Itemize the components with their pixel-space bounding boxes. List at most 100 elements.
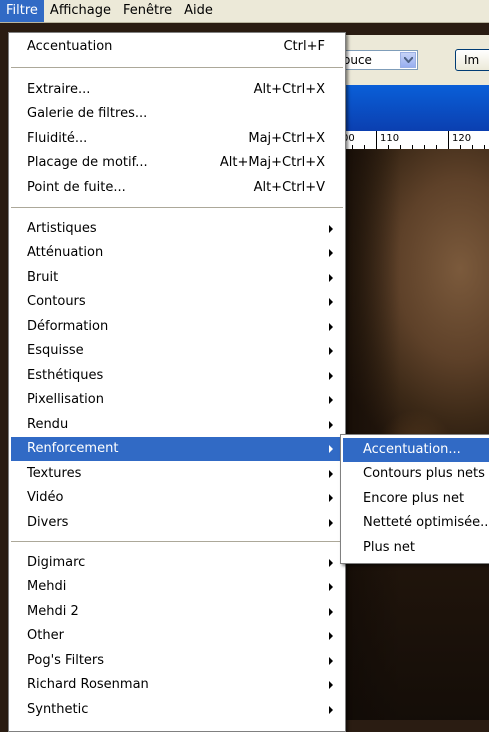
submenu-item-plus-net[interactable]: Plus net xyxy=(343,536,489,560)
menu-item-label: Placage de motif... xyxy=(27,155,148,170)
menu-fenetre[interactable]: Fenêtre xyxy=(117,0,178,22)
menu-item-contours[interactable]: Contours xyxy=(11,290,343,314)
menu-item-textures[interactable]: Textures xyxy=(11,462,343,486)
submenu-arrow-icon xyxy=(329,298,333,306)
menu-item-shortcut: Maj+Ctrl+X xyxy=(248,131,325,146)
menu-separator xyxy=(11,541,343,542)
menu-item-label: Esthétiques xyxy=(27,368,104,383)
menu-item-label: Mehdi 2 xyxy=(27,604,79,619)
menu-item-attenuation[interactable]: Atténuation xyxy=(11,241,343,265)
submenu-arrow-icon xyxy=(329,706,333,714)
menu-item-label: Esquisse xyxy=(27,343,84,358)
submenu-arrow-icon xyxy=(329,421,333,429)
submenu-arrow-icon xyxy=(329,225,333,233)
menu-item-label: Galerie de filtres... xyxy=(27,106,148,121)
submenu-item-contours-plus-nets[interactable]: Contours plus nets xyxy=(343,462,489,486)
submenu-arrow-icon xyxy=(329,657,333,665)
submenu-arrow-icon xyxy=(329,323,333,331)
menu-item-label: Artistiques xyxy=(27,221,97,236)
menu-item-label: Textures xyxy=(27,466,82,481)
menu-item-synthetic[interactable]: Synthetic xyxy=(11,698,343,722)
submenu-arrow-icon xyxy=(329,583,333,591)
menu-item-mehdi-2[interactable]: Mehdi 2 xyxy=(11,600,343,624)
menu-bar: Filtre Affichage Fenêtre Aide xyxy=(0,0,489,23)
horizontal-ruler: 00 110 120 xyxy=(340,131,489,150)
menu-item-label: Vidéo xyxy=(27,490,64,505)
ruler-label: 110 xyxy=(380,133,400,144)
menu-separator xyxy=(11,207,343,208)
menu-item-label: Pog's Filters xyxy=(27,653,105,668)
submenu-item-label: Accentuation... xyxy=(363,442,461,457)
menu-item-esthetiques[interactable]: Esthétiques xyxy=(11,364,343,388)
menu-item-esquisse[interactable]: Esquisse xyxy=(11,339,343,363)
renforcement-submenu: Accentuation... Contours plus nets Encor… xyxy=(340,434,489,564)
menu-item-shortcut: Alt+Ctrl+X xyxy=(253,82,325,97)
menu-item-rendu[interactable]: Rendu xyxy=(11,413,343,437)
menu-item-video[interactable]: Vidéo xyxy=(11,486,343,510)
filter-menu: Accentuation Ctrl+F Extraire... Alt+Ctrl… xyxy=(8,32,346,732)
submenu-arrow-icon xyxy=(329,396,333,404)
menu-item-pixellisation[interactable]: Pixellisation xyxy=(11,388,343,412)
image-button[interactable]: Im xyxy=(455,49,489,71)
menu-item-label: Divers xyxy=(27,515,69,530)
menu-item-label: Accentuation xyxy=(27,39,113,54)
menu-filtre[interactable]: Filtre xyxy=(0,0,44,22)
submenu-item-label: Encore plus net xyxy=(363,491,465,506)
menu-affichage[interactable]: Affichage xyxy=(44,0,117,22)
menu-aide[interactable]: Aide xyxy=(178,0,219,22)
options-bar: ouce Im xyxy=(340,35,489,85)
submenu-item-nettete-optimisee[interactable]: Netteté optimisée... xyxy=(343,511,489,535)
mode-combobox-value: ouce xyxy=(343,53,372,67)
document-title-bar xyxy=(340,85,489,131)
menu-item-accentuation[interactable]: Accentuation Ctrl+F xyxy=(11,35,343,59)
menu-item-point-de-fuite[interactable]: Point de fuite... Alt+Ctrl+V xyxy=(11,176,343,200)
menu-item-other[interactable]: Other xyxy=(11,624,343,648)
dropdown-button[interactable] xyxy=(400,52,416,68)
submenu-arrow-icon xyxy=(329,372,333,380)
menu-item-extraire[interactable]: Extraire... Alt+Ctrl+X xyxy=(11,78,343,102)
menu-item-label: Contours xyxy=(27,294,86,309)
mode-combobox[interactable]: ouce xyxy=(340,50,418,70)
menu-item-mehdi[interactable]: Mehdi xyxy=(11,575,343,599)
menu-item-bruit[interactable]: Bruit xyxy=(11,266,343,290)
menu-item-label: Richard Rosenman xyxy=(27,677,149,692)
submenu-arrow-icon xyxy=(329,519,333,527)
menu-item-label: Point de fuite... xyxy=(27,180,126,195)
submenu-item-label: Contours plus nets xyxy=(363,466,485,481)
menu-item-renforcement[interactable]: Renforcement xyxy=(11,437,343,461)
menu-item-placage-de-motif[interactable]: Placage de motif... Alt+Maj+Ctrl+X xyxy=(11,151,343,175)
menu-item-label: Renforcement xyxy=(27,441,119,456)
submenu-arrow-icon xyxy=(329,494,333,502)
submenu-arrow-icon xyxy=(329,347,333,355)
menu-item-digimarc[interactable]: Digimarc xyxy=(11,551,343,575)
submenu-arrow-icon xyxy=(329,445,333,453)
submenu-arrow-icon xyxy=(329,249,333,257)
menu-item-label: Atténuation xyxy=(27,245,104,260)
menu-item-label: Mehdi xyxy=(27,579,67,594)
menu-item-label: Rendu xyxy=(27,417,69,432)
menu-item-artistiques[interactable]: Artistiques xyxy=(11,217,343,241)
submenu-item-label: Plus net xyxy=(363,540,415,555)
menu-item-shortcut: Ctrl+F xyxy=(283,39,325,54)
menu-item-label: Déformation xyxy=(27,319,109,334)
menu-item-deformation[interactable]: Déformation xyxy=(11,315,343,339)
menu-item-fluidite[interactable]: Fluidité... Maj+Ctrl+X xyxy=(11,127,343,151)
menu-item-shortcut: Alt+Ctrl+V xyxy=(253,180,325,195)
menu-item-label: Pixellisation xyxy=(27,392,104,407)
menu-item-label: Fluidité... xyxy=(27,131,88,146)
menu-item-richard-rosenman[interactable]: Richard Rosenman xyxy=(11,673,343,697)
chevron-down-icon xyxy=(404,57,413,63)
menu-item-pogs-filters[interactable]: Pog's Filters xyxy=(11,649,343,673)
menu-item-galerie-de-filtres[interactable]: Galerie de filtres... xyxy=(11,102,343,126)
submenu-item-accentuation[interactable]: Accentuation... xyxy=(343,438,489,462)
menu-item-label: Synthetic xyxy=(27,702,89,717)
menu-item-label: Digimarc xyxy=(27,555,86,570)
submenu-item-encore-plus-net[interactable]: Encore plus net xyxy=(343,487,489,511)
menu-item-label: Other xyxy=(27,628,64,643)
submenu-arrow-icon xyxy=(329,470,333,478)
menu-item-label: Extraire... xyxy=(27,82,91,97)
submenu-item-label: Netteté optimisée... xyxy=(363,515,489,530)
menu-item-label: Bruit xyxy=(27,270,59,285)
submenu-arrow-icon xyxy=(329,274,333,282)
menu-item-divers[interactable]: Divers xyxy=(11,511,343,535)
